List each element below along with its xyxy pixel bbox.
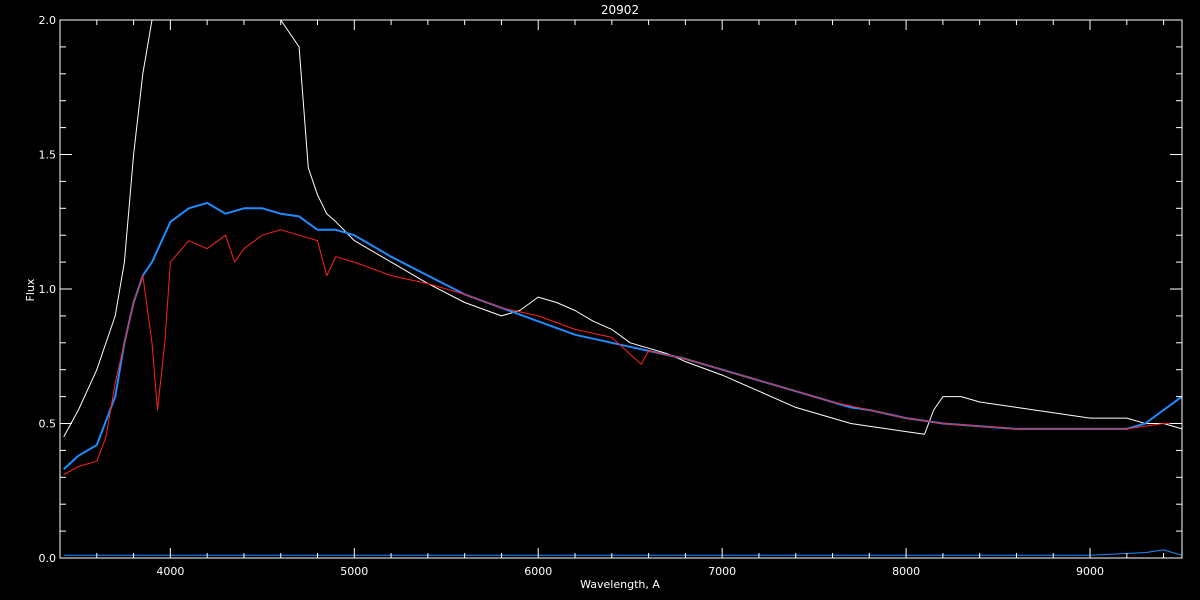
y-axis-title: Flux [24, 278, 37, 301]
y-tick-label: 1.5 [39, 149, 57, 162]
axis-ticks: 4000 5000 6000 7000 8000 9000 0.0 0.5 1.0 1.5 2.0 [39, 14, 1182, 578]
series-line-1 [63, 20, 1182, 438]
series-line-3 [63, 229, 1182, 476]
y-tick-label: 0.5 [39, 418, 57, 431]
plot-frame [59, 19, 1183, 559]
x-tick-label: 9000 [1076, 565, 1104, 578]
y-tick-label: 2.0 [39, 14, 57, 27]
x-tick-label: 5000 [340, 565, 368, 578]
series-line-4 [63, 549, 1182, 556]
series-line-2 [63, 201, 1182, 470]
chart-title: 20902 [601, 3, 639, 17]
spectrum-chart: 20902 Wavelength, A Flux 4000 5000 6000 700… [24, 3, 1183, 591]
y-tick-label: 1.0 [39, 283, 57, 296]
x-tick-label: 8000 [892, 565, 920, 578]
x-tick-label: 4000 [156, 565, 184, 578]
plot-area [63, 20, 1182, 556]
x-axis-title: Wavelength, A [580, 578, 660, 591]
x-tick-label: 6000 [524, 565, 552, 578]
x-tick-label: 7000 [708, 565, 736, 578]
y-tick-label: 0.0 [39, 552, 57, 565]
